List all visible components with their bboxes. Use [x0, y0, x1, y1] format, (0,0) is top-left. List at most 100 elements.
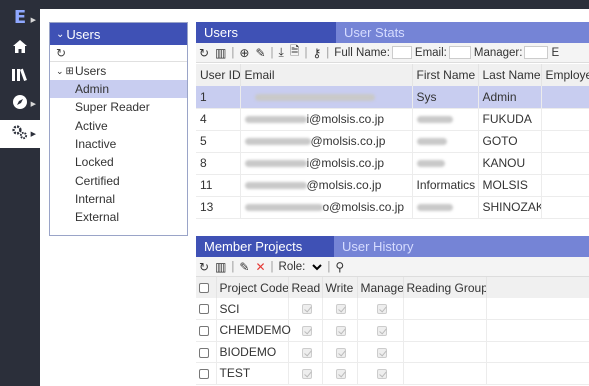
cell-select [196, 341, 217, 363]
key-icon[interactable]: ⚷ [313, 46, 322, 60]
tree-root[interactable]: ⌄ ⊞ Users [50, 62, 187, 80]
col-write[interactable]: Write [322, 277, 358, 298]
col-read[interactable]: Read [288, 277, 323, 298]
email-suffix: i@molsis.co.jp [306, 112, 385, 126]
row-checkbox[interactable] [199, 304, 209, 315]
tree-item-label: Admin [75, 82, 110, 97]
write-checkbox [336, 369, 346, 380]
col-first-name[interactable]: First Name [412, 64, 479, 86]
cell-employee [541, 86, 589, 109]
table-row[interactable]: 13 o@molsis.co.jp SHINOZAKI [196, 196, 589, 219]
logo-letter: E [13, 6, 27, 28]
users-panel-header[interactable]: ⌄ Users [50, 23, 187, 45]
col-user-id[interactable]: User ID [196, 64, 241, 86]
manager-label: Manager: [473, 46, 523, 59]
redacted-text [244, 116, 307, 124]
table-row[interactable]: 11 @molsis.co.jp Informatics MOLSIS [196, 174, 589, 197]
refresh-icon[interactable]: ↻ [199, 46, 209, 60]
edit-icon[interactable]: ✎ [239, 260, 249, 274]
tree-item-internal[interactable]: Internal [50, 190, 187, 208]
col-manage[interactable]: Manage [357, 277, 404, 298]
tree-item-locked[interactable]: Locked [50, 153, 187, 171]
select-all-checkbox[interactable] [199, 283, 209, 294]
app-logo[interactable]: E ▶ [0, 6, 40, 28]
tab-label: User History [342, 239, 414, 254]
tab-users[interactable]: Users [196, 22, 336, 43]
columns-icon[interactable]: ▥ [215, 260, 226, 274]
role-select[interactable] [305, 259, 326, 274]
tab-user-history[interactable]: User History [334, 236, 422, 257]
tree-item-inactive[interactable]: Inactive [50, 135, 187, 153]
tree-item-active[interactable]: Active [50, 117, 187, 135]
tree-item-label: Super Reader [75, 100, 150, 115]
cell-write [322, 362, 358, 385]
cell-extra [486, 362, 589, 385]
refresh-icon[interactable]: ↻ [56, 46, 66, 60]
table-row[interactable]: BIODEMO [196, 341, 589, 363]
download-icon[interactable]: ⤓ [279, 45, 284, 60]
cell-user-id: 11 [196, 174, 241, 197]
cell-user-id: 4 [196, 108, 241, 131]
delete-icon[interactable]: ✕ [255, 260, 265, 274]
table-row[interactable]: TEST [196, 362, 589, 385]
row-checkbox[interactable] [199, 326, 209, 337]
table-row[interactable]: SCI [196, 298, 589, 320]
export-file-icon[interactable]: 🗎 [290, 43, 300, 62]
tree-item-external[interactable]: External [50, 208, 187, 226]
table-row[interactable]: 5 @molsis.co.jp GOTO [196, 130, 589, 153]
cell-select [196, 362, 217, 385]
nav-home[interactable] [0, 34, 40, 62]
email-filter[interactable] [448, 46, 471, 59]
email-label: Email: [414, 46, 447, 59]
cell-read [288, 341, 323, 363]
manager-filter[interactable] [524, 46, 549, 59]
cell-employee [541, 174, 589, 197]
full-name-label: Full Name: [334, 46, 390, 59]
cell-select [196, 319, 217, 342]
cell-project-code: BIODEMO [216, 341, 289, 363]
cell-last-name: FUKUDA [478, 108, 542, 131]
nav-explore[interactable]: ▶ [0, 90, 40, 118]
table-row[interactable]: 1 Sys Admin [196, 86, 589, 109]
columns-icon[interactable]: ▥ [215, 46, 226, 60]
cell-manage [357, 319, 404, 342]
separator: | [231, 46, 235, 59]
write-checkbox [336, 304, 346, 315]
tree-item-super-reader[interactable]: Super Reader [50, 98, 187, 116]
edit-icon[interactable]: ✎ [255, 46, 265, 60]
cell-write [322, 341, 358, 363]
tab-member-projects[interactable]: Member Projects [196, 236, 334, 257]
col-employee[interactable]: Employee [541, 64, 589, 86]
read-checkbox [301, 369, 312, 380]
chevron-down-icon: ⌄ [56, 28, 65, 40]
nav-admin[interactable]: ▶ [0, 120, 40, 148]
cell-user-id: 13 [196, 196, 241, 219]
col-select[interactable] [196, 277, 217, 298]
cell-email: @molsis.co.jp [240, 130, 413, 153]
redacted-text [254, 94, 375, 102]
table-row[interactable]: CHEMDEMO [196, 319, 589, 342]
nav-library[interactable] [0, 62, 40, 90]
col-email[interactable]: Email [240, 64, 413, 86]
col-last-name[interactable]: Last Name [478, 64, 542, 86]
refresh-icon[interactable]: ↻ [199, 260, 209, 274]
col-reading-group[interactable]: Reading Group [403, 277, 487, 298]
home-icon [12, 39, 28, 58]
expand-icon[interactable]: ⌄ [56, 66, 64, 77]
search-icon[interactable]: ⚲ [335, 260, 344, 274]
col-project-code[interactable]: Project Code [216, 277, 289, 298]
role-label: Role: [278, 260, 306, 273]
cell-write [322, 319, 358, 342]
manage-checkbox [376, 369, 387, 380]
email-suffix: @molsis.co.jp [306, 178, 382, 192]
table-row[interactable]: 4 i@molsis.co.jp FUKUDA [196, 108, 589, 131]
full-name-filter[interactable] [391, 46, 412, 59]
row-checkbox[interactable] [199, 347, 209, 358]
tree-item-certified[interactable]: Certified [50, 171, 187, 189]
add-icon[interactable]: ⊕ [239, 46, 249, 60]
row-checkbox[interactable] [199, 369, 209, 380]
separator: | [327, 260, 331, 273]
tree-item-admin[interactable]: Admin [50, 80, 187, 99]
table-row[interactable]: 8 i@molsis.co.jp KANOU [196, 152, 589, 175]
tab-user-stats[interactable]: User Stats [336, 22, 413, 43]
